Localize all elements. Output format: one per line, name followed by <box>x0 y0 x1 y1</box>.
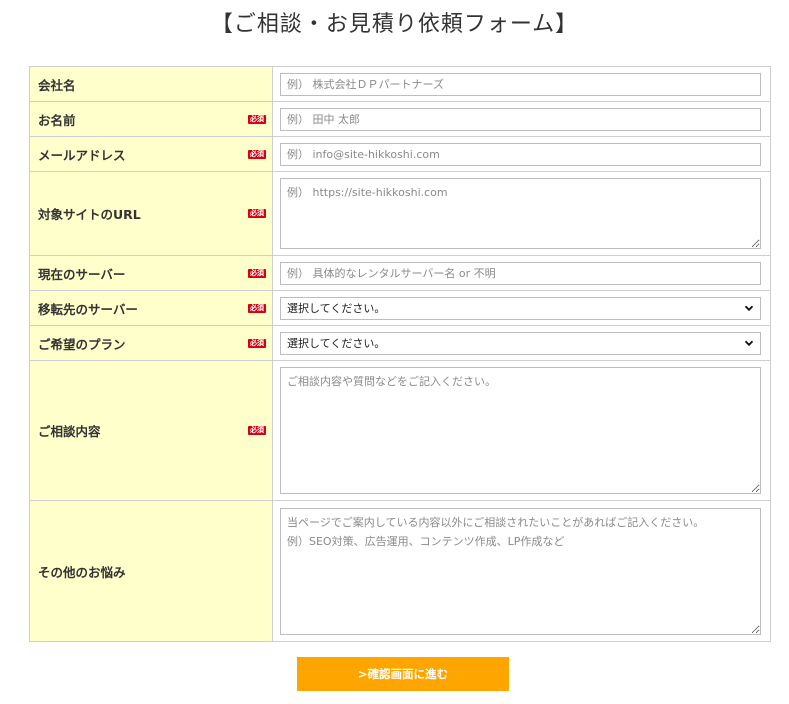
field-label-plan: ご希望のプラン <box>38 336 126 352</box>
field-label-url: 対象サイトのURL <box>38 207 141 222</box>
field-label-consultation: ご相談内容 <box>38 424 101 439</box>
form-row-consultation: ご相談内容 必須 <box>29 360 771 501</box>
required-badge: 必須 <box>248 114 266 124</box>
page-title: 【ご相談・お見積り依頼フォーム】 <box>210 12 579 37</box>
label-cell: お名前 必須 <box>29 101 273 137</box>
label-cell: その他のお悩み <box>29 500 273 642</box>
label-cell: 移転先のサーバー 必須 <box>29 290 273 326</box>
consultation-textarea[interactable] <box>280 367 761 494</box>
form-row-other-concerns: その他のお悩み <box>29 500 771 642</box>
form-row-plan: ご希望のプラン 必須 選択してください。 <box>29 325 771 361</box>
field-label-email: メールアドレス <box>38 147 126 163</box>
required-badge: 必須 <box>248 303 266 313</box>
field-label-current-server: 現在のサーバー <box>38 266 126 282</box>
url-textarea[interactable] <box>280 178 761 249</box>
plan-select[interactable]: 選択してください。 <box>280 331 761 355</box>
form-row-destination-server: 移転先のサーバー 必須 選択してください。 <box>29 290 771 326</box>
required-badge: 必須 <box>248 268 266 278</box>
field-label-name: お名前 <box>38 112 76 128</box>
destination-server-select[interactable]: 選択してください。 <box>280 296 761 320</box>
label-cell: 対象サイトのURL 必須 <box>29 171 273 256</box>
label-cell: ご希望のプラン 必須 <box>29 325 273 361</box>
chevron-down-icon <box>744 305 754 312</box>
inquiry-form-table: 会社名 お名前 必須 メールアドレス 必須 <box>29 66 771 642</box>
label-cell: ご相談内容 必須 <box>29 360 273 501</box>
chevron-down-icon <box>744 340 754 347</box>
form-row-current-server: 現在のサーバー 必須 <box>29 255 771 291</box>
label-cell: 現在のサーバー 必須 <box>29 255 273 291</box>
company-input[interactable] <box>280 72 761 96</box>
select-value: 選択してください。 <box>287 302 386 315</box>
form-row-company: 会社名 <box>29 66 771 102</box>
form-row-name: お名前 必須 <box>29 101 771 137</box>
required-badge: 必須 <box>248 426 266 435</box>
field-label-company: 会社名 <box>38 77 76 93</box>
label-cell: メールアドレス 必須 <box>29 136 273 172</box>
form-row-email: メールアドレス 必須 <box>29 136 771 172</box>
required-badge: 必須 <box>248 149 266 159</box>
email-input[interactable] <box>280 142 761 166</box>
required-badge: 必須 <box>248 209 266 218</box>
field-label-destination-server: 移転先のサーバー <box>38 301 138 317</box>
select-value: 選択してください。 <box>287 337 386 350</box>
current-server-input[interactable] <box>280 261 761 285</box>
field-label-other-concerns: その他のお悩み <box>38 564 126 580</box>
name-input[interactable] <box>280 107 761 131</box>
label-cell: 会社名 <box>29 66 273 102</box>
other-concerns-textarea[interactable] <box>280 507 761 635</box>
required-badge: 必須 <box>248 338 266 348</box>
form-row-url: 対象サイトのURL 必須 <box>29 171 771 256</box>
confirm-button[interactable]: >確認画面に進む <box>297 657 509 691</box>
